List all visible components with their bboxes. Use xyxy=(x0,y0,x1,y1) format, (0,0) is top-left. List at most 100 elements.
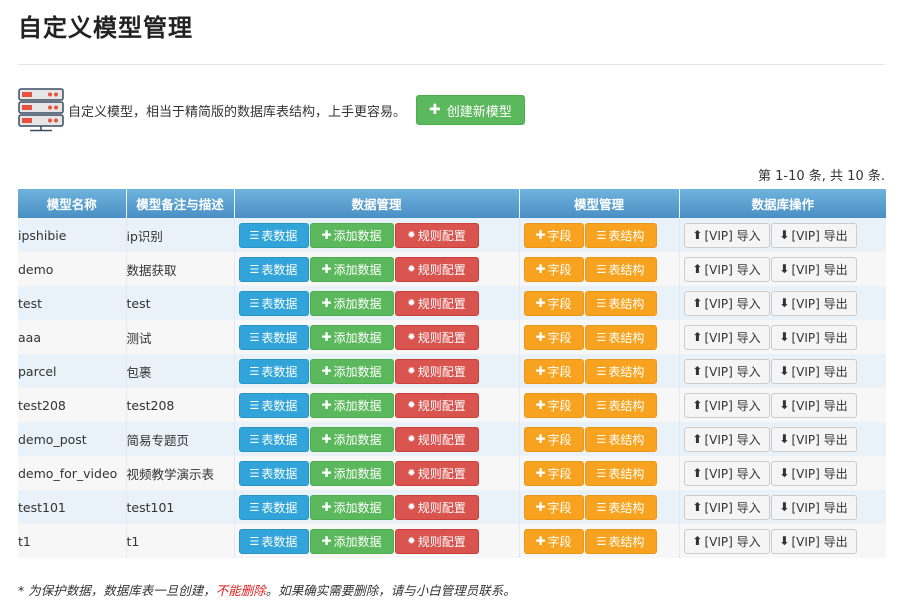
rule-config-button[interactable]: ✹ 规则配置 xyxy=(394,358,479,384)
plus-icon: ✚ xyxy=(535,534,546,548)
add-data-button[interactable]: ✚ 添加数据 xyxy=(309,256,394,282)
add-data-button[interactable]: ✚ 添加数据 xyxy=(309,460,394,486)
table-data-button[interactable]: ☰ 表数据 xyxy=(238,222,309,248)
add-data-button-label: 添加数据 xyxy=(333,330,382,345)
field-button[interactable]: ✚ 字段 xyxy=(523,494,584,520)
table-data-button[interactable]: ☰ 表数据 xyxy=(238,324,309,350)
table-structure-button[interactable]: ☰ 表结构 xyxy=(584,358,657,384)
add-data-button[interactable]: ✚ 添加数据 xyxy=(309,392,394,418)
table-structure-button[interactable]: ☰ 表结构 xyxy=(584,256,657,282)
vip-import-button-label: [VIP] 导入 xyxy=(704,330,761,345)
table-structure-button[interactable]: ☰ 表结构 xyxy=(584,494,657,520)
table-structure-button[interactable]: ☰ 表结构 xyxy=(584,324,657,350)
list-icon: ☰ xyxy=(249,398,260,412)
download-icon: ⬇ xyxy=(779,262,790,276)
vip-export-button[interactable]: ⬇ [VIP] 导出 xyxy=(770,426,857,452)
upload-icon: ⬆ xyxy=(692,432,703,446)
table-data-button[interactable]: ☰ 表数据 xyxy=(238,392,309,418)
vip-import-button[interactable]: ⬆ [VIP] 导入 xyxy=(683,392,770,418)
create-model-button[interactable]: ✚ 创建新模型 xyxy=(416,95,525,125)
table-structure-button[interactable]: ☰ 表结构 xyxy=(584,460,657,486)
add-data-button[interactable]: ✚ 添加数据 xyxy=(309,358,394,384)
vip-import-button[interactable]: ⬆ [VIP] 导入 xyxy=(683,528,770,554)
field-button[interactable]: ✚ 字段 xyxy=(523,358,584,384)
upload-icon: ⬆ xyxy=(692,466,703,480)
table-data-button[interactable]: ☰ 表数据 xyxy=(238,528,309,554)
table-structure-button[interactable]: ☰ 表结构 xyxy=(584,426,657,452)
table-data-button-label: 表数据 xyxy=(261,432,298,447)
vip-export-button[interactable]: ⬇ [VIP] 导出 xyxy=(770,460,857,486)
rule-config-button-label: 规则配置 xyxy=(417,364,466,379)
table-data-button[interactable]: ☰ 表数据 xyxy=(238,494,309,520)
add-data-button[interactable]: ✚ 添加数据 xyxy=(309,324,394,350)
rule-config-button-label: 规则配置 xyxy=(417,262,466,277)
table-structure-button[interactable]: ☰ 表结构 xyxy=(584,222,657,248)
vip-export-button[interactable]: ⬇ [VIP] 导出 xyxy=(770,256,857,282)
table-header-row: 模型名称 模型备注与描述 数据管理 模型管理 数据库操作 xyxy=(18,189,886,218)
vip-export-button[interactable]: ⬇ [VIP] 导出 xyxy=(770,222,857,248)
pagination-summary: 第 1-10 条, 共 10 条. xyxy=(758,169,885,184)
model-desc: 包裹 xyxy=(126,354,235,388)
list-icon: ☰ xyxy=(249,364,260,378)
plus-icon: ✚ xyxy=(321,228,332,242)
add-data-button[interactable]: ✚ 添加数据 xyxy=(309,222,394,248)
rule-config-button[interactable]: ✹ 规则配置 xyxy=(394,460,479,486)
table-data-button[interactable]: ☰ 表数据 xyxy=(238,358,309,384)
model-desc: 简易专题页 xyxy=(126,422,235,456)
gear-icon: ✹ xyxy=(407,501,416,513)
field-button[interactable]: ✚ 字段 xyxy=(523,290,584,316)
table-data-button-label: 表数据 xyxy=(261,534,298,549)
add-data-button[interactable]: ✚ 添加数据 xyxy=(309,494,394,520)
rule-config-button[interactable]: ✹ 规则配置 xyxy=(394,528,479,554)
plus-icon: ✚ xyxy=(535,432,546,446)
rule-config-button[interactable]: ✹ 规则配置 xyxy=(394,324,479,350)
table-structure-button[interactable]: ☰ 表结构 xyxy=(584,528,657,554)
field-button-label: 字段 xyxy=(547,466,572,481)
vip-export-button[interactable]: ⬇ [VIP] 导出 xyxy=(770,324,857,350)
vip-import-button[interactable]: ⬆ [VIP] 导入 xyxy=(683,256,770,282)
vip-import-button[interactable]: ⬆ [VIP] 导入 xyxy=(683,494,770,520)
list-icon: ☰ xyxy=(249,330,260,344)
table-row: demo_for_video 视频教学演示表 ☰ 表数据 ✚ 添加数据 ✹ 规则配置 ✚ 字段 ☰ 表… xyxy=(18,456,886,490)
vip-import-button[interactable]: ⬆ [VIP] 导入 xyxy=(683,460,770,486)
field-button[interactable]: ✚ 字段 xyxy=(523,392,584,418)
field-button[interactable]: ✚ 字段 xyxy=(523,460,584,486)
rule-config-button[interactable]: ✹ 规则配置 xyxy=(394,222,479,248)
field-button[interactable]: ✚ 字段 xyxy=(523,426,584,452)
field-button[interactable]: ✚ 字段 xyxy=(523,324,584,350)
vip-export-button[interactable]: ⬇ [VIP] 导出 xyxy=(770,290,857,316)
table-data-button[interactable]: ☰ 表数据 xyxy=(238,426,309,452)
list-icon: ☰ xyxy=(249,262,260,276)
table-structure-button[interactable]: ☰ 表结构 xyxy=(584,290,657,316)
rule-config-button[interactable]: ✹ 规则配置 xyxy=(394,290,479,316)
list-icon: ☰ xyxy=(596,398,607,412)
rule-config-button[interactable]: ✹ 规则配置 xyxy=(394,256,479,282)
table-data-button[interactable]: ☰ 表数据 xyxy=(238,256,309,282)
vip-import-button[interactable]: ⬆ [VIP] 导入 xyxy=(683,358,770,384)
field-button-label: 字段 xyxy=(547,296,572,311)
field-button[interactable]: ✚ 字段 xyxy=(523,256,584,282)
vip-export-button[interactable]: ⬇ [VIP] 导出 xyxy=(770,358,857,384)
vip-import-button[interactable]: ⬆ [VIP] 导入 xyxy=(683,324,770,350)
add-data-button[interactable]: ✚ 添加数据 xyxy=(309,290,394,316)
add-data-button[interactable]: ✚ 添加数据 xyxy=(309,528,394,554)
vip-export-button[interactable]: ⬇ [VIP] 导出 xyxy=(770,392,857,418)
header-database-ops: 数据库操作 xyxy=(679,189,886,218)
vip-export-button[interactable]: ⬇ [VIP] 导出 xyxy=(770,494,857,520)
add-data-button[interactable]: ✚ 添加数据 xyxy=(309,426,394,452)
table-data-button[interactable]: ☰ 表数据 xyxy=(238,460,309,486)
vip-export-button[interactable]: ⬇ [VIP] 导出 xyxy=(770,528,857,554)
table-structure-button[interactable]: ☰ 表结构 xyxy=(584,392,657,418)
vip-import-button[interactable]: ⬆ [VIP] 导入 xyxy=(683,290,770,316)
upload-icon: ⬆ xyxy=(692,364,703,378)
rule-config-button[interactable]: ✹ 规则配置 xyxy=(394,494,479,520)
rule-config-button[interactable]: ✹ 规则配置 xyxy=(394,392,479,418)
rule-config-button[interactable]: ✹ 规则配置 xyxy=(394,426,479,452)
table-data-button[interactable]: ☰ 表数据 xyxy=(238,290,309,316)
field-button[interactable]: ✚ 字段 xyxy=(523,528,584,554)
table-structure-button-label: 表结构 xyxy=(608,534,645,549)
field-button[interactable]: ✚ 字段 xyxy=(523,222,584,248)
vip-import-button[interactable]: ⬆ [VIP] 导入 xyxy=(683,426,770,452)
model-name: parcel xyxy=(18,354,127,388)
vip-import-button[interactable]: ⬆ [VIP] 导入 xyxy=(683,222,770,248)
